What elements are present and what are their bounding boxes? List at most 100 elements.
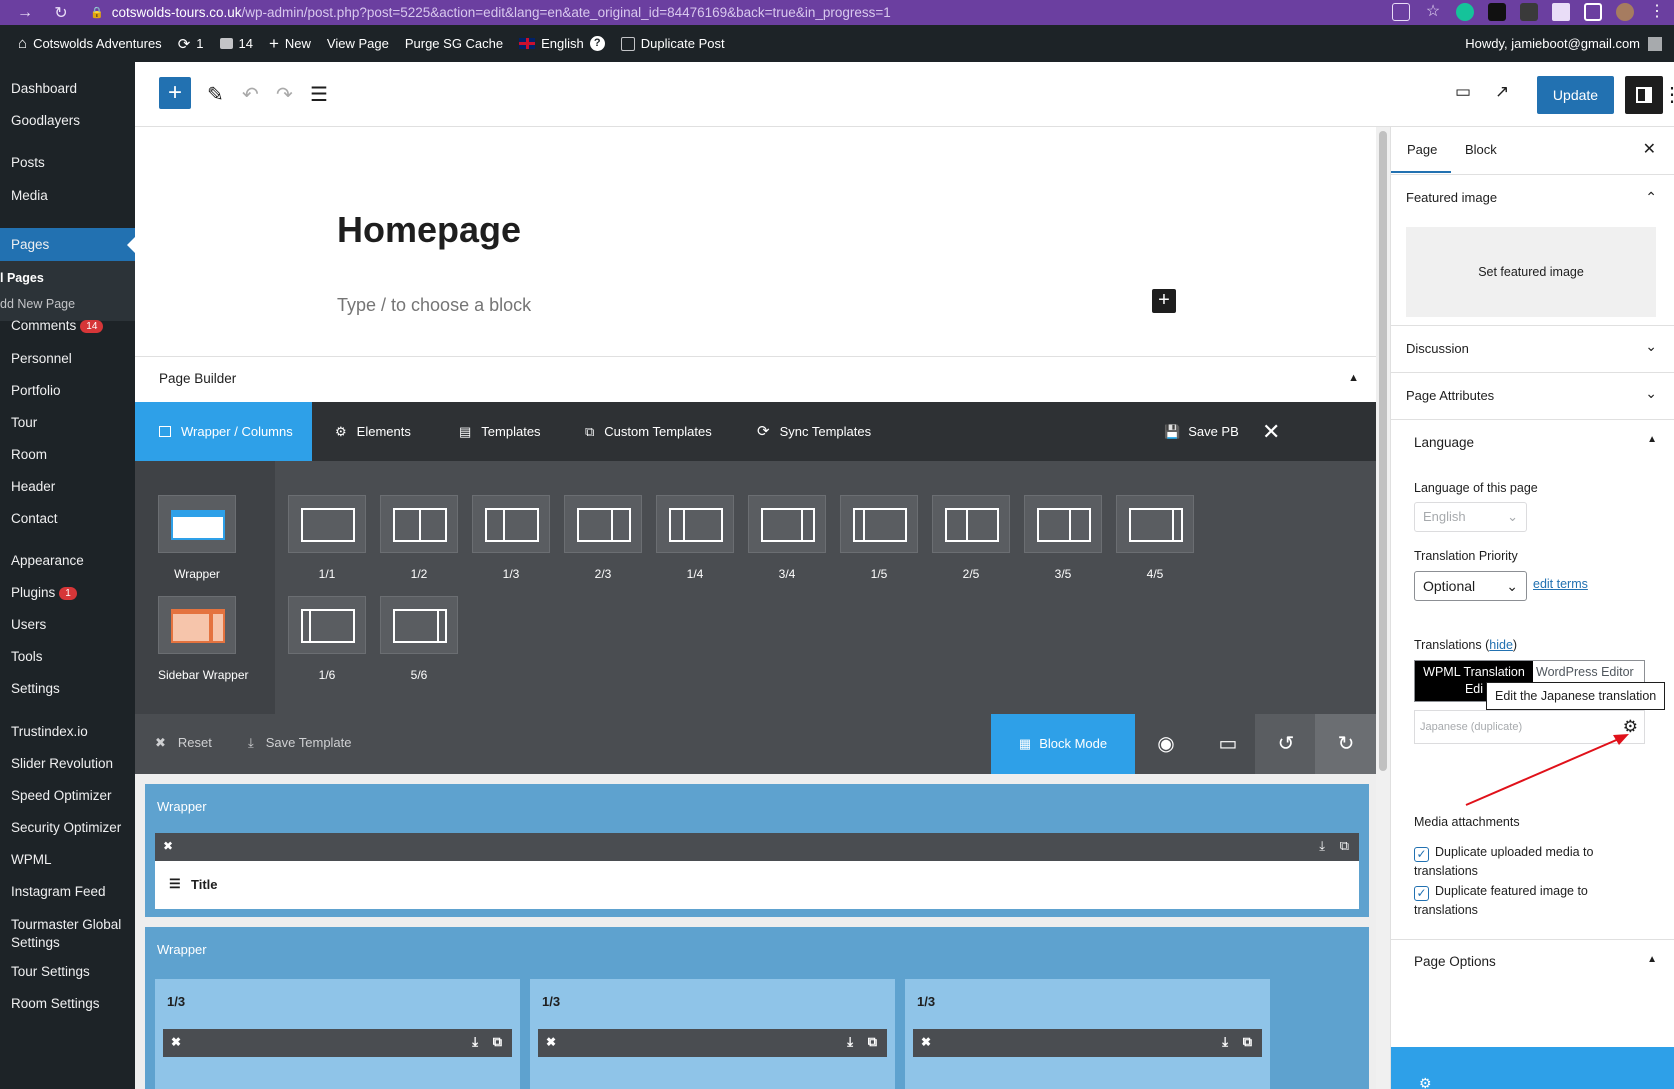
inline-add-block-button[interactable]: + — [1152, 289, 1176, 313]
options-menu-icon[interactable]: ⋮ — [1662, 82, 1674, 107]
external-link-icon[interactable]: ↗ — [1495, 82, 1509, 102]
share-icon[interactable] — [1392, 3, 1410, 21]
star-icon[interactable]: ☆ — [1424, 3, 1442, 21]
page-options-heading[interactable]: Page Options — [1414, 954, 1496, 969]
sidebar-item-trustindex[interactable]: Trustindex.io — [11, 724, 88, 739]
forward-icon[interactable]: → — [14, 4, 36, 22]
tab-sync-templates[interactable]: ⟳ Sync Templates — [757, 402, 871, 461]
sidebar-item-pages[interactable]: Pages — [0, 228, 135, 261]
column-5-6[interactable]: 5/6 — [380, 596, 458, 682]
comments-link[interactable]: 14 — [219, 36, 253, 51]
sidebar-item-room[interactable]: Room — [11, 447, 47, 462]
updates-link[interactable]: ⟳ 1 — [178, 35, 204, 53]
wrapper-item[interactable]: Wrapper — [158, 495, 236, 581]
download-item-icon[interactable]: ⤓ — [1319, 838, 1325, 854]
pencil-tools-icon[interactable]: ✎ — [207, 82, 224, 107]
undo-pb-icon[interactable]: ↺ — [1255, 714, 1317, 774]
download-item-icon[interactable]: ⤓ — [472, 1034, 478, 1050]
sidebar-item-wpml[interactable]: WPML — [11, 852, 52, 867]
extension-icon[interactable] — [1488, 3, 1506, 21]
chevron-up-icon[interactable]: ⌃ — [1645, 189, 1657, 206]
duplicate-item-icon[interactable]: ⧉ — [1340, 838, 1349, 854]
menu-dots-icon[interactable]: ⋮ — [1648, 3, 1666, 21]
column-block-1[interactable]: 1/3 ✖ ⤓ ⧉ — [155, 979, 520, 1089]
remove-icon[interactable]: ✖ — [171, 1035, 181, 1049]
featured-image-heading[interactable]: Featured image — [1406, 190, 1497, 205]
sidebar-item-tour[interactable]: Tour — [11, 415, 37, 430]
sidebar-item-security-optimizer[interactable]: Security Optimizer — [11, 820, 121, 835]
puzzle-icon[interactable] — [1552, 3, 1570, 21]
translation-priority-select[interactable]: Optional ⌄ — [1414, 571, 1527, 601]
list-view-icon[interactable]: ☰ — [310, 82, 328, 107]
sidebar-item-tourmaster-global[interactable]: Tourmaster Global Settings — [11, 916, 121, 952]
tab-page[interactable]: Page — [1407, 142, 1437, 157]
sidebar-wrapper-item[interactable]: Sidebar Wrapper — [158, 596, 249, 682]
discussion-section[interactable]: Discussion ⌄ — [1391, 325, 1674, 372]
column-1-3[interactable]: 1/3 — [472, 495, 550, 581]
hide-translations-link[interactable]: hide — [1489, 638, 1513, 652]
download-item-icon[interactable]: ⤓ — [847, 1034, 853, 1050]
editor-scrollbar[interactable] — [1376, 127, 1390, 1089]
duplicate-item-icon[interactable]: ⧉ — [493, 1034, 502, 1050]
sidepanel-icon[interactable] — [1584, 3, 1602, 21]
redo-icon[interactable]: ↷ — [276, 82, 293, 107]
block-mode-button[interactable]: ▦ Block Mode — [991, 714, 1135, 774]
column-1-4[interactable]: 1/4 — [656, 495, 734, 581]
wordpress-editor-option[interactable]: WordPress Editor — [1536, 665, 1634, 679]
tab-custom-templates[interactable]: ⧉ Custom Templates — [585, 402, 712, 461]
collapse-triangle-icon[interactable]: ▲ — [1647, 434, 1657, 445]
wrapper-block-2[interactable]: Wrapper 1/3 ✖ ⤓ ⧉ 1/3 ✖ ⤓ ⧉ 1/3 ✖ ⤓ ⧉ — [145, 927, 1369, 1089]
edit-terms-link[interactable]: edit terms — [1533, 577, 1588, 591]
page-builder-header[interactable]: Page Builder ▲ — [135, 356, 1377, 401]
duplicate-item-icon[interactable]: ⧉ — [1243, 1034, 1252, 1050]
column-1-1[interactable]: 1/1 — [288, 495, 366, 581]
column-3-5[interactable]: 3/5 — [1024, 495, 1102, 581]
tab-templates[interactable]: ▤ Templates — [459, 402, 541, 461]
column-1-6[interactable]: 1/6 — [288, 596, 366, 682]
column-2-5[interactable]: 2/5 — [932, 495, 1010, 581]
sidebar-item-tour-settings[interactable]: Tour Settings — [11, 964, 90, 979]
extension-2-icon[interactable] — [1520, 3, 1538, 21]
set-featured-image-button[interactable]: Set featured image — [1406, 227, 1656, 317]
language-select[interactable]: English ⌄ — [1414, 502, 1527, 532]
submenu-add-new-page[interactable]: dd New Page — [0, 297, 75, 311]
sidebar-item-portfolio[interactable]: Portfolio — [11, 383, 61, 398]
column-4-5[interactable]: 4/5 — [1116, 495, 1194, 581]
close-panel-icon[interactable]: ✕ — [1643, 139, 1656, 159]
sidebar-item-tools[interactable]: Tools — [11, 649, 43, 664]
column-1-2[interactable]: 1/2 — [380, 495, 458, 581]
wrapper-block[interactable]: Wrapper ✖ ⤓ ⧉ ☰ Title — [145, 784, 1369, 917]
page-options-bar[interactable]: ⚙ — [1391, 1047, 1674, 1089]
page-attributes-section[interactable]: Page Attributes ⌄ — [1391, 372, 1674, 419]
sidebar-item-users[interactable]: Users — [11, 617, 46, 632]
save-pb-button[interactable]: 💾 Save PB — [1164, 402, 1239, 461]
column-2-3[interactable]: 2/3 — [564, 495, 642, 581]
sidebar-item-settings[interactable]: Settings — [11, 681, 60, 696]
address-bar[interactable]: 🔒 cotswolds-tours.co.uk/wp-admin/post.ph… — [90, 0, 1390, 25]
view-page-link[interactable]: View Page — [327, 36, 389, 51]
remove-icon[interactable]: ✖ — [546, 1035, 556, 1049]
collapse-icon[interactable]: ▲ — [1348, 372, 1359, 384]
column-3-4[interactable]: 3/4 — [748, 495, 826, 581]
column-block-3[interactable]: 1/3 ✖ ⤓ ⧉ — [905, 979, 1270, 1089]
sidebar-item-speed-optimizer[interactable]: Speed Optimizer — [11, 788, 112, 803]
block-placeholder[interactable]: Type / to choose a block — [337, 295, 531, 316]
new-link[interactable]: + New — [269, 34, 311, 54]
download-item-icon[interactable]: ⤓ — [1222, 1034, 1228, 1050]
language-switcher[interactable]: English ? — [519, 36, 605, 51]
fullscreen-close-icon[interactable]: ✕ — [1262, 402, 1280, 461]
sidebar-item-media[interactable]: Media — [11, 188, 48, 203]
collapse-triangle-icon[interactable]: ▲ — [1647, 954, 1657, 965]
scrollbar-thumb[interactable] — [1379, 131, 1387, 771]
sidebar-item-room-settings[interactable]: Room Settings — [11, 996, 100, 1011]
settings-sidebar-toggle[interactable] — [1625, 76, 1663, 114]
block-inserter-button[interactable]: + — [159, 77, 191, 109]
redo-pb-icon[interactable]: ↻ — [1315, 714, 1377, 774]
save-template-button[interactable]: ⤓ Save Template — [248, 735, 352, 751]
sidebar-item-header[interactable]: Header — [11, 479, 55, 494]
preview-eye-icon[interactable]: ◉ — [1135, 714, 1197, 774]
sidebar-item-instagram-feed[interactable]: Instagram Feed — [11, 884, 106, 899]
title-item[interactable]: ☰ Title — [155, 861, 1359, 909]
sidebar-item-personnel[interactable]: Personnel — [11, 351, 72, 366]
remove-icon[interactable]: ✖ — [921, 1035, 931, 1049]
